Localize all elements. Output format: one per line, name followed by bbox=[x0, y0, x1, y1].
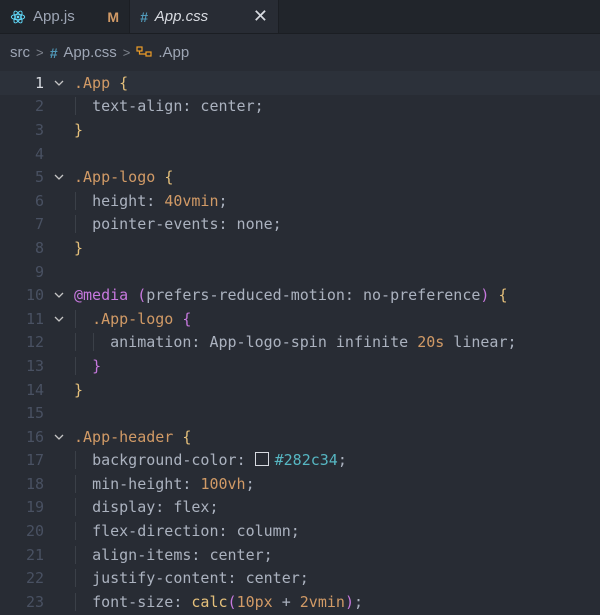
code-text: animation: App-logo-spin infinite 20s li… bbox=[74, 333, 600, 352]
code-line[interactable]: 18 min-height: 100vh; bbox=[0, 472, 600, 496]
symbol-class-icon bbox=[136, 45, 152, 57]
code-editor[interactable]: 1 .App {2 text-align: center; 3} 4 5 .App-log… bbox=[0, 71, 600, 614]
line-number: 2 bbox=[34, 97, 44, 116]
code-text: .App-logo { bbox=[74, 168, 174, 187]
line-number: 18 bbox=[25, 474, 44, 493]
code-text: text-align: center; bbox=[74, 97, 600, 116]
line-number: 11 bbox=[25, 309, 44, 328]
code-text: height: 40vmin; bbox=[74, 191, 600, 210]
line-number: 10 bbox=[25, 286, 44, 305]
code-text: font-size: calc(10px + 2vmin); bbox=[74, 592, 600, 611]
line-number: 22 bbox=[25, 569, 44, 588]
code-text: .App { bbox=[74, 73, 129, 92]
code-line[interactable]: 3} bbox=[0, 118, 600, 142]
chevron-down-icon[interactable] bbox=[44, 171, 74, 183]
line-number: 8 bbox=[34, 238, 44, 257]
code-text: .App-header { bbox=[74, 427, 192, 446]
line-number: 6 bbox=[34, 191, 44, 210]
code-line[interactable]: 19 display: flex; bbox=[0, 496, 600, 520]
code-line[interactable]: 16 .App-header { bbox=[0, 425, 600, 449]
code-line[interactable]: 11 .App-logo { bbox=[0, 307, 600, 331]
code-line[interactable]: 5 .App-logo { bbox=[0, 165, 600, 189]
code-line[interactable]: 4 bbox=[0, 142, 600, 166]
code-text: min-height: 100vh; bbox=[74, 474, 600, 493]
code-text: } bbox=[74, 238, 84, 257]
code-text: .App-logo { bbox=[74, 309, 600, 328]
code-text: } bbox=[74, 380, 84, 399]
line-number: 1 bbox=[34, 73, 44, 92]
tab-app-js[interactable]: App.js M bbox=[0, 0, 129, 33]
chevron-down-icon[interactable] bbox=[44, 431, 74, 443]
line-number: 5 bbox=[34, 168, 44, 187]
chevron-right-icon: > bbox=[36, 45, 44, 60]
code-line[interactable]: 23 font-size: calc(10px + 2vmin); bbox=[0, 590, 600, 614]
line-number: 12 bbox=[25, 333, 44, 352]
code-line[interactable]: 7 pointer-events: none; bbox=[0, 213, 600, 237]
css-file-icon: # bbox=[140, 8, 148, 25]
code-line[interactable]: 13 } bbox=[0, 354, 600, 378]
code-line[interactable]: 8} bbox=[0, 236, 600, 260]
color-swatch bbox=[254, 452, 269, 467]
code-text: display: flex; bbox=[74, 498, 600, 517]
line-number: 13 bbox=[25, 356, 44, 375]
line-number: 23 bbox=[25, 592, 44, 611]
line-number: 20 bbox=[25, 522, 44, 541]
code-line[interactable]: 1 .App { bbox=[0, 71, 600, 95]
code-line[interactable]: 20 flex-direction: column; bbox=[0, 519, 600, 543]
line-number: 9 bbox=[34, 262, 44, 281]
code-text: justify-content: center; bbox=[74, 569, 600, 588]
chevron-right-icon: > bbox=[122, 45, 131, 60]
line-number: 19 bbox=[25, 498, 44, 517]
code-line[interactable]: 17 background-color: #282c34; bbox=[0, 449, 600, 473]
breadcrumb-symbol[interactable]: .App bbox=[136, 44, 189, 61]
css-file-icon: # bbox=[49, 44, 58, 61]
breadcrumb-file-label: App.css bbox=[63, 44, 117, 61]
chevron-down-icon[interactable] bbox=[44, 313, 74, 325]
code-text: pointer-events: none; bbox=[74, 215, 600, 234]
breadcrumb-file[interactable]: # App.css bbox=[50, 44, 117, 61]
modified-indicator: M bbox=[107, 8, 119, 25]
code-text: flex-direction: column; bbox=[74, 522, 600, 541]
code-line[interactable]: 9 bbox=[0, 260, 600, 284]
line-number: 14 bbox=[25, 380, 44, 399]
code-line[interactable]: 2 text-align: center; bbox=[0, 95, 600, 119]
line-number: 3 bbox=[34, 120, 44, 139]
line-number: 21 bbox=[25, 545, 44, 564]
code-text: background-color: #282c34; bbox=[74, 451, 600, 470]
code-line[interactable]: 21 align-items: center; bbox=[0, 543, 600, 567]
code-line[interactable]: 22 justify-content: center; bbox=[0, 566, 600, 590]
code-line[interactable]: 10 @media (prefers-reduced-motion: no-pre… bbox=[0, 283, 600, 307]
line-number: 15 bbox=[25, 404, 44, 423]
line-number: 16 bbox=[25, 427, 44, 446]
close-icon[interactable]: ✕ bbox=[253, 6, 268, 27]
line-number: 7 bbox=[34, 215, 44, 234]
tab-label: App.css bbox=[154, 8, 209, 25]
line-number: 17 bbox=[25, 451, 44, 470]
code-line[interactable]: 12 animation: App-logo-spin infinite 20s… bbox=[0, 331, 600, 355]
breadcrumb: src > # App.css > .App bbox=[0, 34, 600, 71]
code-line[interactable]: 6 height: 40vmin; bbox=[0, 189, 600, 213]
line-number: 4 bbox=[34, 144, 44, 163]
code-text: } bbox=[74, 356, 600, 375]
breadcrumb-symbol-label: .App bbox=[158, 44, 190, 61]
tab-label: App.js bbox=[33, 8, 75, 25]
chevron-down-icon[interactable] bbox=[44, 77, 74, 89]
code-line[interactable]: 14} bbox=[0, 378, 600, 402]
tab-app-css[interactable]: # App.css ✕ bbox=[129, 0, 279, 33]
code-text: @media (prefers-reduced-motion: no-prefe… bbox=[74, 286, 508, 305]
breadcrumb-folder[interactable]: src bbox=[10, 44, 30, 61]
react-icon bbox=[10, 10, 26, 23]
code-line[interactable]: 15 bbox=[0, 401, 600, 425]
code-text: } bbox=[74, 120, 84, 139]
code-text: align-items: center; bbox=[74, 545, 600, 564]
chevron-down-icon[interactable] bbox=[44, 289, 74, 301]
editor-tab-bar: App.js M # App.css ✕ bbox=[0, 0, 600, 34]
